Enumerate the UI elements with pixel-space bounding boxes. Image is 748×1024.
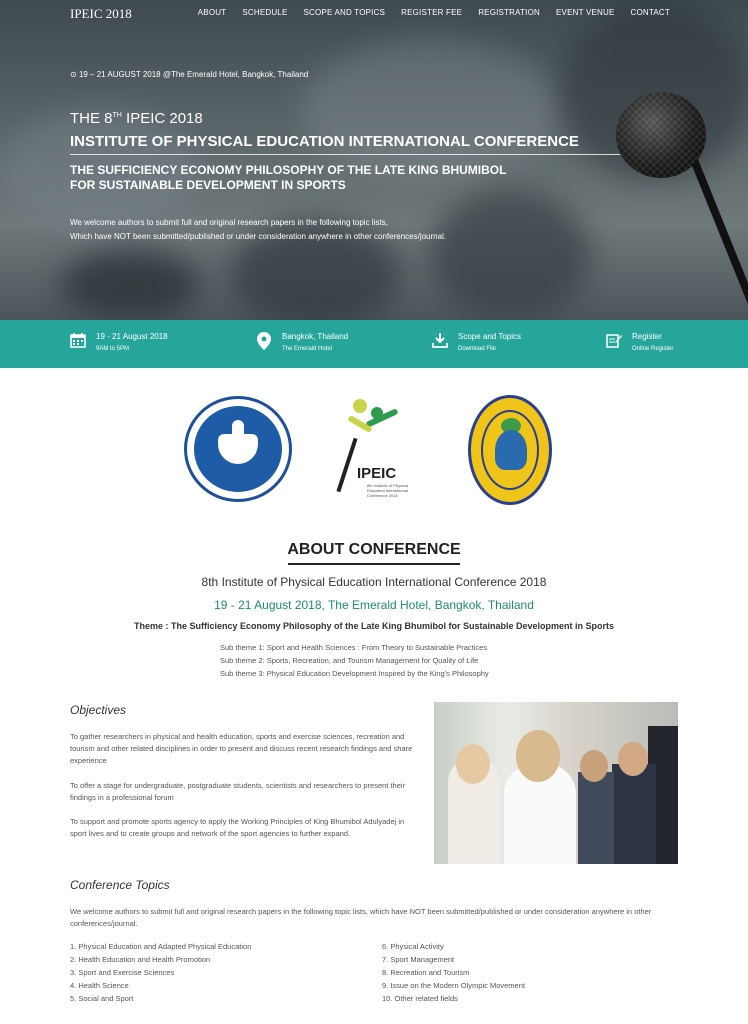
objectives-heading: Objectives [70, 703, 127, 717]
objective-paragraph: To offer a stage for undergraduate, post… [70, 781, 406, 802]
objective-paragraph: To support and promote sports agency to … [70, 817, 405, 838]
nav-item-contact[interactable]: CONTACT [631, 8, 670, 17]
info-location-label: Bangkok, Thailand [282, 332, 349, 341]
topic-item: 3. Sport and Exercise Sciences [70, 968, 175, 977]
hero-background-shape [60, 250, 200, 320]
logo-figure-head [353, 399, 367, 413]
info-item-text: 19 - 21 August 2018 9AM to 5PM [96, 332, 168, 352]
conference-name: 8th Institute of Physical Education Inte… [201, 575, 547, 589]
topics-list-right: 6. Physical Activity 7. Sport Management… [382, 940, 525, 1005]
info-date-label: 19 - 21 August 2018 [96, 332, 168, 341]
info-location-venue: The Emerald Hotel [282, 346, 333, 352]
nav-item-schedule[interactable]: SCHEDULE [242, 8, 287, 17]
nav-item-register-fee[interactable]: REGISTER FEE [401, 8, 462, 17]
topic-item: 5. Social and Sport [70, 994, 134, 1003]
topics-intro: We welcome authors to submit full and or… [70, 907, 652, 928]
conference-date-venue: 19 - 21 August 2018, The Emerald Hotel, … [214, 598, 534, 612]
nav-item-about[interactable]: ABOUT [198, 8, 227, 17]
seal-emblem-boat [218, 434, 258, 464]
topic-item: 7. Sport Management [382, 955, 455, 964]
nav-menu: ABOUT SCHEDULE SCOPE AND TOPICS REGISTER… [198, 8, 670, 17]
title-prefix: THE 8 [70, 110, 113, 127]
info-scope-label: Scope and Topics [458, 332, 522, 341]
info-bar: 19 - 21 August 2018 9AM to 5PM Bangkok, … [0, 320, 748, 368]
conference-audience-photo [434, 702, 678, 864]
subtheme-item: Sub theme 3: Physical Education Developm… [220, 669, 489, 678]
conference-topics-heading: Conference Topics [70, 878, 170, 892]
info-scope-download[interactable]: Download File [458, 346, 521, 352]
seal-inner [194, 406, 282, 492]
info-item-register[interactable]: Register Online Register [606, 332, 673, 352]
logo-figure-leg [336, 437, 358, 493]
institute-of-physical-education-logo [468, 395, 552, 505]
title-ordinal: TH [112, 112, 122, 119]
photo-person-head [580, 750, 608, 782]
register-icon [606, 332, 622, 350]
photo-person-head [456, 744, 490, 784]
topic-item: 9. Issue on the Modern Olympic Movement [382, 981, 525, 990]
info-register-label: Register [632, 332, 662, 341]
conference-theme: Theme : The Sufficiency Economy Philosop… [133, 621, 615, 631]
info-item-text: Register Online Register [632, 332, 673, 352]
event-date-text: 19 – 21 AUGUST 2018 @The Emerald Hotel, … [78, 70, 309, 79]
ipeic-logo-text: IPEIC [357, 465, 397, 482]
info-item-scope[interactable]: Scope and Topics Download File [432, 332, 521, 352]
topics-list-left: 1. Physical Education and Adapted Physic… [70, 940, 251, 1005]
info-item-text: Bangkok, Thailand The Emerald Hotel [282, 332, 348, 352]
hero-banner: IPEIC 2018 ABOUT SCHEDULE SCOPE AND TOPI… [0, 0, 748, 320]
info-register-online[interactable]: Online Register [632, 346, 673, 352]
nav-item-event-venue[interactable]: EVENT VENUE [556, 8, 615, 17]
hero-title-line2: INSTITUTE OF PHYSICAL EDUCATION INTERNAT… [70, 133, 579, 150]
top-navbar: IPEIC 2018 ABOUT SCHEDULE SCOPE AND TOPI… [0, 0, 748, 26]
logo-emblem-figure [495, 430, 527, 470]
ipeic-logo: IPEIC 8th Institute of Physical Educatio… [335, 397, 425, 505]
info-date-time: 9AM to 5PM [96, 346, 130, 352]
download-icon [432, 332, 448, 350]
nav-item-registration[interactable]: REGISTRATION [478, 8, 540, 17]
title-suffix: IPEIC 2018 [121, 110, 203, 127]
hero-title-line1: THE 8TH IPEIC 2018 [70, 110, 203, 127]
about-heading-underline [288, 563, 460, 565]
topic-item: 6. Physical Activity [382, 942, 444, 951]
info-item-date: 19 - 21 August 2018 9AM to 5PM [70, 332, 168, 352]
hero-subtitle-line2: FOR SUSTAINABLE DEVELOPMENT IN SPORTS [70, 178, 346, 192]
info-item-location: Bangkok, Thailand The Emerald Hotel [256, 332, 348, 352]
photo-person [578, 772, 614, 864]
hero-subtitle-line1: THE SUFFICIENCY ECONOMY PHILOSOPHY OF TH… [70, 163, 507, 177]
event-date-line: ⊙ 19 – 21 AUGUST 2018 @The Emerald Hotel… [70, 70, 308, 79]
topic-item: 10. Other related fields [382, 994, 458, 1003]
nav-item-scope-and-topics[interactable]: SCOPE AND TOPICS [304, 8, 386, 17]
ipeic-logo-caption: 8th Institute of Physical Education Inte… [367, 483, 409, 498]
royal-seal-logo [184, 396, 292, 502]
subtheme-item: Sub theme 1: Sport and Health Sciences :… [220, 643, 488, 652]
hero-background-shape [300, 40, 560, 180]
topic-item: 1. Physical Education and Adapted Physic… [70, 942, 252, 951]
objective-paragraph: To gather researchers in physical and he… [70, 732, 413, 765]
photo-person [612, 764, 656, 864]
brand-link[interactable]: IPEIC 2018 [70, 6, 132, 22]
hero-welcome-line1: We welcome authors to submit full and or… [70, 218, 388, 227]
calendar-icon [70, 332, 86, 350]
topic-item: 8. Recreation and Tourism [382, 968, 470, 977]
clock-icon: ⊙ [70, 70, 79, 79]
about-heading: ABOUT CONFERENCE [287, 541, 461, 558]
hero-welcome-line2: Which have NOT been submitted/published … [70, 232, 447, 241]
photo-person-head [516, 730, 560, 782]
microphone-stand-image [690, 158, 748, 320]
subtheme-item: Sub theme 2: Sports, Recreation, and Tou… [220, 656, 479, 665]
photo-person-head [618, 742, 648, 776]
topic-item: 2. Health Education and Health Promotion [70, 955, 211, 964]
topic-item: 4. Health Science [70, 981, 129, 990]
title-divider [70, 154, 620, 155]
hero-background-shape [430, 190, 590, 320]
microphone-grille [616, 92, 706, 178]
info-item-text: Scope and Topics Download File [458, 332, 521, 352]
location-pin-icon [256, 332, 272, 350]
